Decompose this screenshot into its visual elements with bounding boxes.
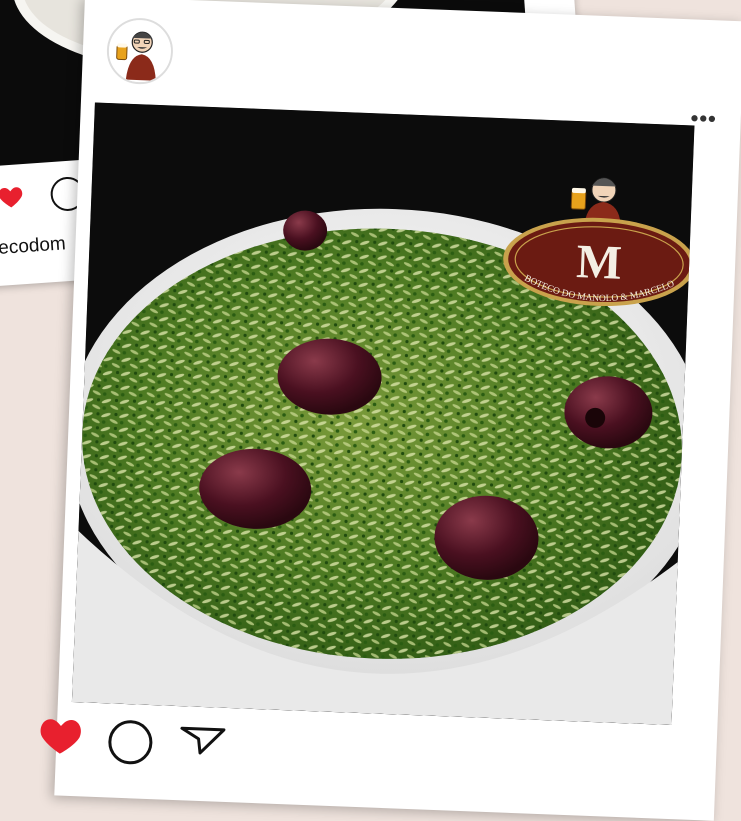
share-icon[interactable]: [178, 724, 227, 756]
restaurant-logo: M BOTECO DO MANOLO & MARCELO: [497, 158, 695, 316]
food-photo: M BOTECO DO MANOLO & MARCELO: [71, 102, 695, 726]
avatar[interactable]: [105, 16, 175, 86]
avatar-chef-icon: [107, 18, 173, 84]
logo-letter: M: [575, 235, 622, 290]
heart-icon[interactable]: [0, 182, 26, 212]
heart-icon[interactable]: [36, 715, 86, 757]
main-post-card: ••• M BOTECO DO MANOLO & MARCELO: [40, 0, 741, 821]
logo-badge: M BOTECO DO MANOLO & MARCELO: [503, 177, 695, 307]
background-post-username[interactable]: ecodom: [0, 233, 67, 260]
comment-icon[interactable]: [107, 719, 154, 766]
